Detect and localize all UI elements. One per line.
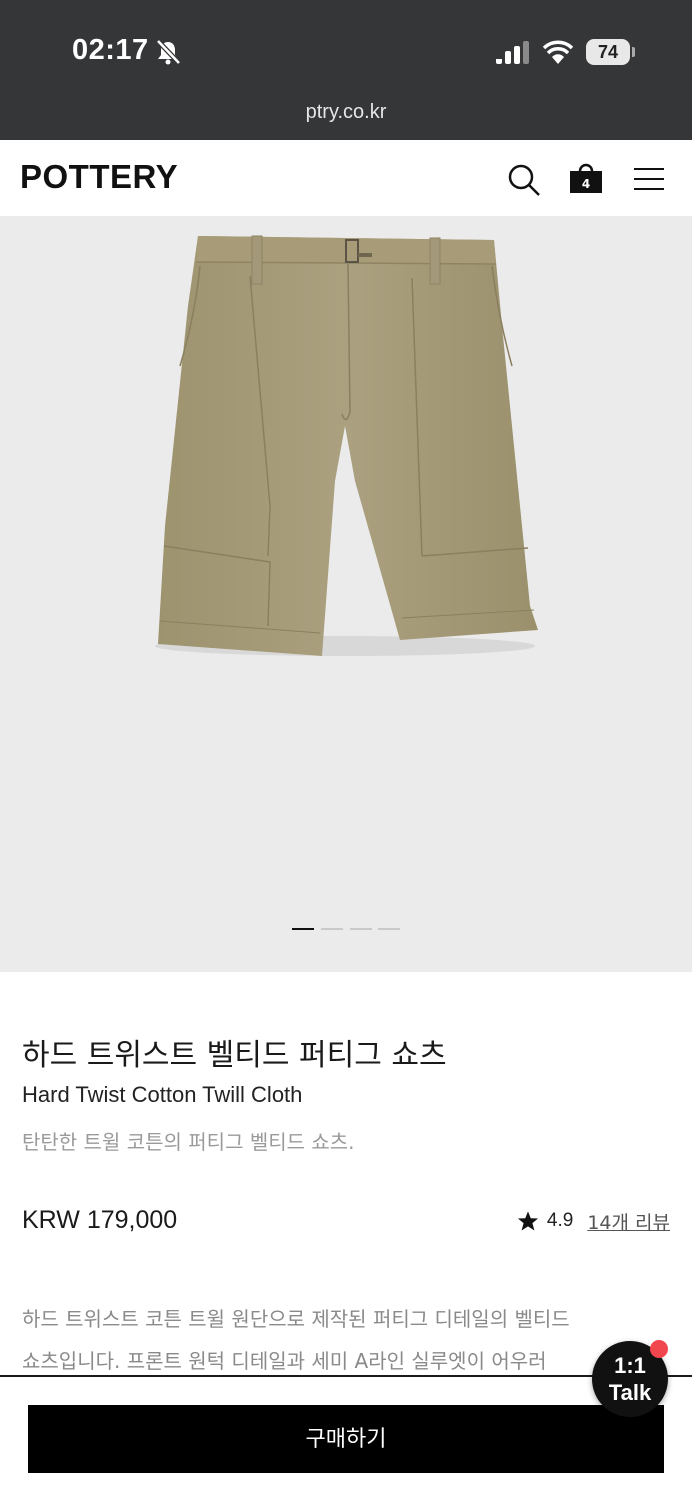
bell-slash-icon <box>156 39 181 65</box>
cellular-signal-icon <box>496 41 529 64</box>
product-subtitle: 탄탄한 트윌 코튼의 퍼티그 벨티드 쇼츠. <box>22 1130 355 1154</box>
product-image <box>155 235 538 656</box>
rating-value: 4.9 <box>546 1210 574 1231</box>
gallery-pagination <box>292 928 402 932</box>
shopping-bag-button[interactable]: 4 <box>568 160 604 196</box>
pagination-dot[interactable] <box>321 928 343 930</box>
product-description: 하드 트위스트 코튼 트윌 원단으로 제작된 퍼티그 디테일의 벨티드 쇼츠입니… <box>22 1298 632 1382</box>
product-price: KRW 179,000 <box>22 1206 178 1234</box>
buy-button[interactable]: 구매하기 <box>28 1405 664 1473</box>
talk-label-bottom: Talk <box>608 1380 652 1405</box>
battery-level: 74 <box>586 39 630 65</box>
wifi-icon <box>542 40 574 64</box>
pagination-dot[interactable] <box>378 928 400 930</box>
cart-count-badge: 4 <box>581 177 591 191</box>
product-name-english: Hard Twist Cotton Twill Cloth <box>22 1082 303 1107</box>
purchase-bar: 구매하기 <box>0 1375 692 1500</box>
status-bar: 02:17 74 ptry.co.kr <box>0 0 692 140</box>
review-count-link[interactable]: 14개 리뷰 <box>587 1208 670 1235</box>
product-name-korean: 하드 트위스트 벨티드 퍼티그 쇼츠 <box>22 1038 447 1073</box>
site-header: POTTERY 4 <box>0 140 692 216</box>
product-rating: 4.9 14개 리뷰 <box>517 1208 670 1234</box>
product-image-gallery[interactable] <box>0 216 692 972</box>
description-line: 하드 트위스트 코튼 트윌 원단으로 제작된 퍼티그 디테일의 벨티드 <box>22 1307 570 1331</box>
star-icon <box>517 1211 538 1231</box>
site-logo[interactable]: POTTERY <box>20 158 178 196</box>
hamburger-menu-icon[interactable] <box>632 164 666 194</box>
notification-dot <box>650 1340 668 1358</box>
battery-icon: 74 <box>586 39 636 65</box>
status-time: 02:17 <box>72 34 149 66</box>
address-bar-url[interactable]: ptry.co.kr <box>0 101 692 124</box>
pagination-dot-active[interactable] <box>292 928 314 930</box>
pagination-dot[interactable] <box>350 928 372 930</box>
search-icon[interactable] <box>506 162 542 198</box>
